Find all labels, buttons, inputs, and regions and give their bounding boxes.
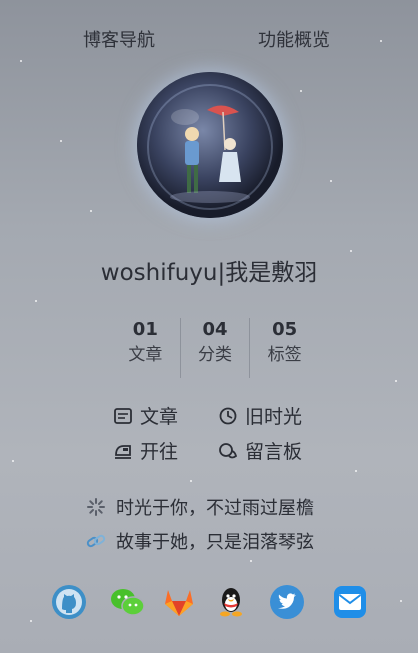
twitter-icon[interactable] <box>269 584 305 620</box>
guestbook-link-label: 留言板 <box>245 441 303 463</box>
motto-line-2: 故事于她，只是泪落琴弦 <box>86 526 366 556</box>
motto-line-2-text: 故事于她，只是泪落琴弦 <box>116 532 314 553</box>
old-times-link-label: 旧时光 <box>245 406 303 428</box>
history-icon <box>218 406 238 426</box>
social-links <box>51 584 371 620</box>
travel-link[interactable]: 开往 <box>113 437 178 464</box>
stat-tags[interactable]: 05 标签 <box>249 318 319 378</box>
motto-block: 时光于你，不过雨过屋檐 故事于她，只是泪落琴弦 <box>86 492 366 560</box>
travel-link-label: 开往 <box>140 441 179 463</box>
blog-nav-link[interactable]: 博客导航 <box>83 26 155 52</box>
avatar[interactable] <box>137 72 283 218</box>
motto-line-1: 时光于你，不过雨过屋檐 <box>86 492 366 522</box>
guestbook-link[interactable]: 留言板 <box>218 437 302 464</box>
qq-icon[interactable] <box>213 584 249 620</box>
articles-link[interactable]: 文章 <box>113 402 178 429</box>
features-link[interactable]: 功能概览 <box>258 26 330 52</box>
top-nav: 博客导航 功能概览 <box>0 26 418 52</box>
stat-tags-count: 05 <box>272 319 298 340</box>
comments-icon <box>218 441 238 461</box>
stat-articles-label: 文章 <box>128 345 163 365</box>
wechat-icon[interactable] <box>109 584 145 620</box>
motto-line-1-text: 时光于你，不过雨过屋檐 <box>116 498 314 519</box>
archive-icon <box>113 406 133 426</box>
gitlab-icon[interactable] <box>161 584 197 620</box>
articles-link-label: 文章 <box>140 406 179 428</box>
stat-categories[interactable]: 04 分类 <box>179 318 250 378</box>
link-chain-icon <box>86 531 106 551</box>
github-icon[interactable] <box>51 584 87 620</box>
stat-categories-label: 分类 <box>198 345 232 365</box>
stat-categories-count: 04 <box>202 319 228 340</box>
stat-articles-count: 01 <box>132 319 158 340</box>
email-icon[interactable] <box>332 584 368 620</box>
stat-articles[interactable]: 01 文章 <box>111 318 180 378</box>
stats-panel: 01 文章 04 分类 05 标签 <box>111 318 319 378</box>
spinner-icon <box>86 497 106 517</box>
stat-tags-label: 标签 <box>267 345 302 365</box>
old-times-link[interactable]: 旧时光 <box>218 402 302 429</box>
profile-name: woshifuyu|我是敷羽 <box>100 260 318 286</box>
train-icon <box>113 441 133 461</box>
